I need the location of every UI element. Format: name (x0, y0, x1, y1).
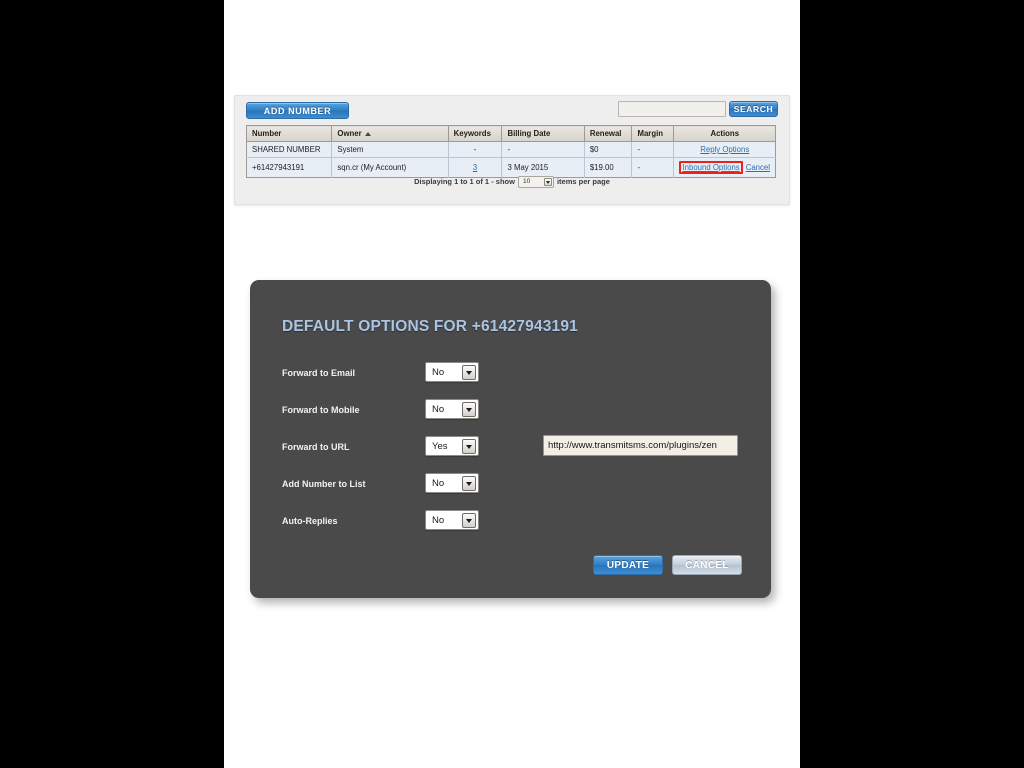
cell-renewal: $0 (584, 141, 633, 158)
column-header-number[interactable]: Number (246, 125, 333, 142)
cancel-number-link[interactable]: Cancel (746, 163, 770, 172)
cell-keywords: 3 (448, 157, 503, 178)
column-header-renewal-label: Renewal (589, 129, 622, 138)
column-header-actions-label: Actions (710, 129, 740, 138)
table-body: SHARED NUMBER System - - $0 - Reply Opti… (246, 141, 776, 178)
per-page-value: 10 (522, 178, 531, 185)
pagination-prefix: Displaying 1 to 1 of 1 - show (414, 176, 515, 186)
cell-margin: - (631, 157, 675, 178)
add-number-to-list-select[interactable]: No (425, 473, 479, 493)
column-header-owner[interactable]: Owner (331, 125, 449, 142)
options-form: Forward to Email No Forward to Mobile No… (250, 362, 771, 547)
cell-number: +61427943191 (246, 157, 333, 178)
label-forward-to-url: Forward to URL (282, 442, 350, 452)
table-row: SHARED NUMBER System - - $0 - Reply Opti… (246, 141, 776, 158)
form-row-forward-to-url: Forward to URL Yes http://www.transmitsm… (250, 435, 771, 473)
screen-letterbox: ADD NUMBER SEARCH Number Owner Keywords … (0, 0, 1024, 768)
label-forward-to-email: Forward to Email (282, 368, 356, 378)
forward-to-url-value: Yes (432, 441, 448, 452)
cell-billing-date: 3 May 2015 (501, 157, 585, 178)
column-header-keywords[interactable]: Keywords (448, 125, 503, 142)
pagination: Displaying 1 to 1 of 1 - show 10 items per… (235, 176, 789, 188)
pagination-suffix: items per page (556, 176, 610, 186)
forward-to-mobile-value: No (432, 404, 445, 415)
column-header-number-label: Number (252, 129, 282, 138)
column-header-billing-date-label: Billing Date (507, 129, 551, 138)
add-number-to-list-value: No (432, 478, 445, 489)
forward-to-mobile-select[interactable]: No (425, 399, 479, 419)
form-row-forward-to-mobile: Forward to Mobile No (250, 399, 771, 436)
form-row-add-number-to-list: Add Number to List No (250, 473, 771, 510)
chevron-down-icon[interactable] (462, 439, 476, 454)
inbound-options-highlight: Inbound Options (679, 161, 743, 174)
chevron-down-icon[interactable] (462, 402, 476, 417)
column-header-margin-label: Margin (637, 129, 664, 138)
cell-renewal: $19.00 (584, 157, 633, 178)
form-row-forward-to-email: Forward to Email No (250, 362, 771, 399)
dialog-title: DEFAULT OPTIONS FOR +61427943191 (282, 318, 578, 335)
search-button[interactable]: SEARCH (729, 101, 778, 117)
label-forward-to-mobile: Forward to Mobile (282, 405, 360, 415)
dialog-actions: UPDATE CANCEL (593, 555, 742, 575)
cell-actions: Reply Options (673, 141, 776, 158)
forward-to-url-select[interactable]: Yes (425, 436, 479, 456)
forward-url-input[interactable]: http://www.transmitsms.com/plugins/zen (543, 435, 738, 456)
auto-replies-value: No (432, 515, 445, 526)
column-header-renewal[interactable]: Renewal (584, 125, 633, 142)
page-canvas: ADD NUMBER SEARCH Number Owner Keywords … (224, 0, 800, 768)
cancel-button[interactable]: CANCEL (672, 555, 742, 575)
per-page-select[interactable]: 10 (517, 176, 554, 188)
sort-ascending-icon (364, 131, 371, 136)
table-header: Number Owner Keywords Billing Date Renew… (246, 125, 776, 142)
inbound-options-link[interactable]: Inbound Options (682, 163, 739, 172)
label-add-number-to-list: Add Number to List (282, 479, 366, 489)
cell-billing-date: - (501, 141, 585, 158)
form-row-auto-replies: Auto-Replies No (250, 510, 771, 547)
search-input[interactable] (618, 101, 726, 117)
column-header-keywords-label: Keywords (453, 129, 491, 138)
update-button[interactable]: UPDATE (593, 555, 663, 575)
cell-margin: - (631, 141, 675, 158)
numbers-table: Number Owner Keywords Billing Date Renew… (246, 125, 776, 178)
chevron-down-icon[interactable] (462, 476, 476, 491)
numbers-panel: ADD NUMBER SEARCH Number Owner Keywords … (234, 95, 790, 205)
forward-to-email-select[interactable]: No (425, 362, 479, 382)
cell-number: SHARED NUMBER (246, 141, 333, 158)
chevron-down-icon[interactable] (543, 178, 552, 186)
default-options-dialog: DEFAULT OPTIONS FOR +61427943191 Forward… (250, 280, 771, 598)
cell-keywords: - (448, 141, 503, 158)
label-auto-replies: Auto-Replies (282, 516, 338, 526)
cell-owner: System (331, 141, 449, 158)
column-header-owner-label: Owner (337, 129, 362, 138)
chevron-down-icon[interactable] (462, 365, 476, 380)
column-header-actions: Actions (673, 125, 776, 142)
forward-to-email-value: No (432, 367, 445, 378)
column-header-billing-date[interactable]: Billing Date (501, 125, 585, 142)
table-row: +61427943191 sqn.cr (My Account) 3 3 May… (246, 157, 776, 178)
cell-owner: sqn.cr (My Account) (331, 157, 449, 178)
reply-options-link[interactable]: Reply Options (700, 145, 749, 154)
add-number-button[interactable]: ADD NUMBER (246, 102, 349, 119)
cell-actions: Inbound Options Cancel (673, 157, 776, 178)
auto-replies-select[interactable]: No (425, 510, 479, 530)
column-header-margin[interactable]: Margin (631, 125, 675, 142)
search-area: SEARCH (618, 101, 778, 117)
keywords-count-link[interactable]: 3 (473, 163, 477, 172)
table-header-row: Number Owner Keywords Billing Date Renew… (246, 125, 776, 142)
chevron-down-icon[interactable] (462, 513, 476, 528)
